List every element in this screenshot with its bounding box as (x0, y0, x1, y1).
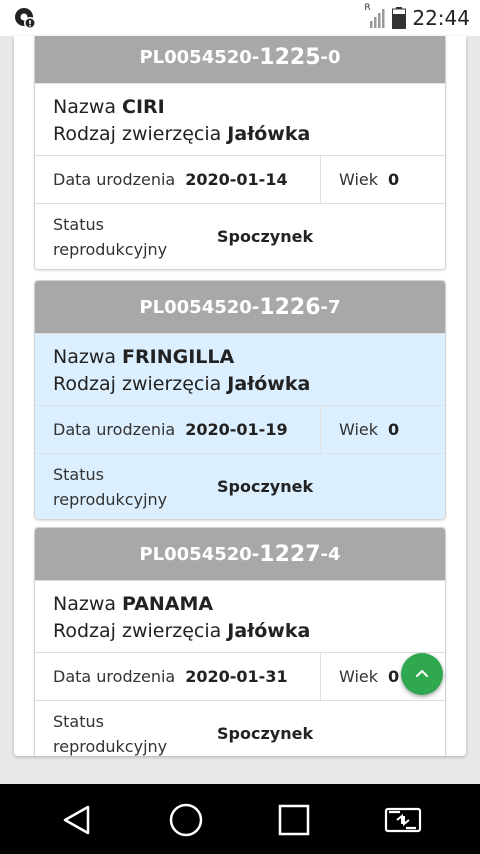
birth-date-label: Data urodzenia (53, 170, 176, 189)
chevron-up-icon (416, 670, 428, 677)
name-label: Nazwa (53, 593, 117, 615)
birth-age-row: Data urodzenia 2020-01-31 Wiek 0 (35, 652, 445, 700)
age-label: Wiek (339, 420, 379, 439)
signal-icon: R (364, 3, 386, 29)
animal-name-row: Nazwa PANAMA Rodzaj zwierzęcia Jałówka (35, 580, 445, 652)
status-label: Status reprodukcyjny (53, 711, 168, 756)
rotate-screen-icon (384, 807, 422, 833)
birth-date: 2020-01-19 (185, 420, 288, 439)
animal-name: CIRI (122, 96, 165, 118)
age-label: Wiek (339, 170, 379, 189)
status-row: Status reprodukcyjny Spoczynek (35, 700, 445, 756)
animal-card[interactable]: PL0054520- 1225 -0 Nazwa CIRI Rodzaj zwierz… (34, 36, 446, 270)
id-number: 1225 (259, 44, 321, 70)
recents-button[interactable] (272, 798, 316, 842)
animal-type: Jałówka (227, 123, 311, 145)
animal-list-panel[interactable]: PL0054520- 1225 -0 Nazwa CIRI Rodzaj zwierz… (14, 36, 466, 756)
status-row: Status reprodukcyjny Spoczynek (35, 453, 445, 519)
status-value: Spoczynek (217, 477, 314, 496)
birth-date-label: Data urodzenia (53, 667, 176, 686)
name-label: Nazwa (53, 346, 117, 368)
id-check-digit: -4 (320, 543, 341, 565)
scroll-to-top-button[interactable] (401, 653, 443, 695)
birth-age-row: Data urodzenia 2020-01-19 Wiek 0 (35, 405, 445, 453)
home-button[interactable] (164, 798, 208, 842)
animal-id-header[interactable]: PL0054520- 1226 -7 (35, 281, 445, 333)
status-label: Status reprodukcyjny (53, 464, 168, 509)
age-value: 0 (388, 420, 400, 439)
animal-id-header[interactable]: PL0054520- 1227 -4 (35, 528, 445, 580)
type-label: Rodzaj zwierzęcia (53, 123, 222, 145)
id-prefix: PL0054520- (139, 46, 260, 68)
recents-icon (278, 804, 310, 836)
animal-id-header[interactable]: PL0054520- 1225 -0 (35, 36, 445, 83)
age-value: 0 (388, 667, 400, 686)
id-prefix: PL0054520- (139, 543, 260, 565)
navigation-bar (0, 784, 480, 854)
animal-type: Jałówka (227, 620, 311, 642)
status-value: Spoczynek (217, 227, 314, 246)
type-label: Rodzaj zwierzęcia (53, 620, 222, 642)
age-value: 0 (388, 170, 400, 189)
animal-card-selected[interactable]: PL0054520- 1226 -7 Nazwa FRINGILLA Rodzaj z… (34, 280, 446, 520)
battery-icon (392, 7, 407, 29)
name-label: Nazwa (53, 96, 117, 118)
rotate-button[interactable] (381, 798, 425, 842)
birth-date-label: Data urodzenia (53, 420, 176, 439)
back-button[interactable] (55, 798, 99, 842)
clock: 22:44 (412, 6, 470, 30)
birth-age-row: Data urodzenia 2020-01-14 Wiek 0 (35, 155, 445, 203)
animal-name: PANAMA (122, 593, 214, 615)
id-number: 1226 (259, 294, 321, 320)
birth-date: 2020-01-31 (185, 667, 288, 686)
animal-name-row: Nazwa FRINGILLA Rodzaj zwierzęcia Jałówka (35, 333, 445, 405)
home-icon (169, 803, 203, 837)
id-check-digit: -7 (320, 296, 341, 318)
status-label: Status reprodukcyjny (53, 214, 168, 259)
status-value: Spoczynek (217, 724, 314, 743)
age-label: Wiek (339, 667, 379, 686)
status-row: Status reprodukcyjny Spoczynek (35, 203, 445, 269)
animal-name: FRINGILLA (122, 346, 235, 368)
animal-name-row: Nazwa CIRI Rodzaj zwierzęcia Jałówka (35, 83, 445, 155)
animal-type: Jałówka (227, 373, 311, 395)
id-check-digit: -0 (320, 46, 341, 68)
back-icon (63, 805, 90, 835)
app-notification-icon (15, 8, 36, 29)
birth-date: 2020-01-14 (185, 170, 288, 189)
signal-badge: R (364, 3, 371, 13)
status-bar: R 22:44 (0, 0, 480, 36)
animal-card[interactable]: PL0054520- 1227 -4 Nazwa PANAMA Rodzaj zwie… (34, 527, 446, 756)
type-label: Rodzaj zwierzęcia (53, 373, 222, 395)
id-prefix: PL0054520- (139, 296, 260, 318)
id-number: 1227 (259, 541, 321, 567)
